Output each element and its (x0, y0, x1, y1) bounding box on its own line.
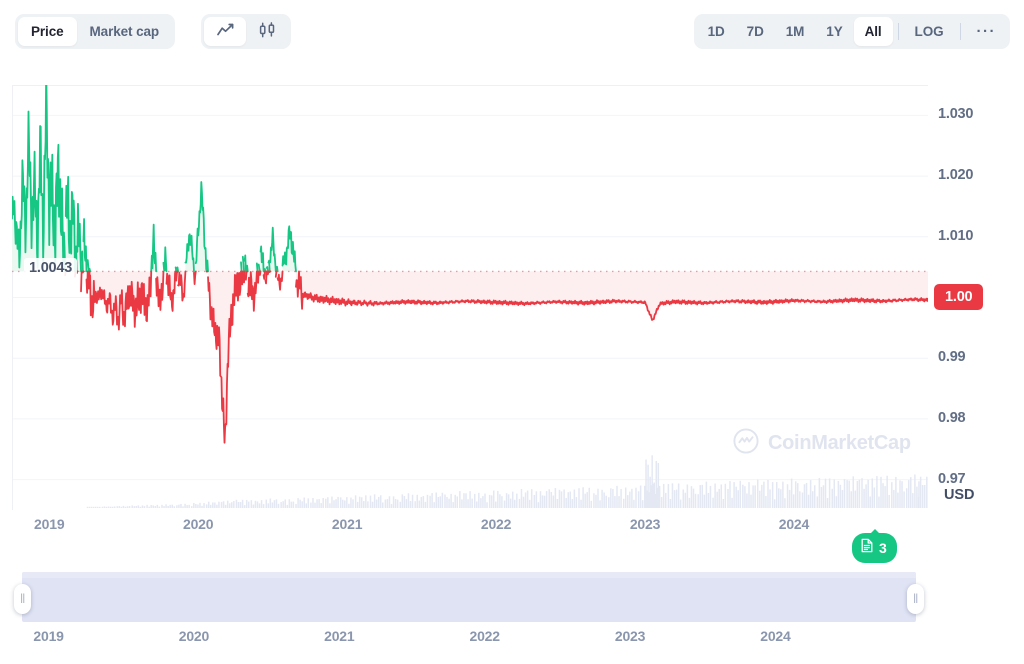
range-1d[interactable]: 1D (697, 17, 736, 46)
range-7d[interactable]: 7D (736, 17, 775, 46)
news-count: 3 (879, 540, 887, 556)
range-slider-x-axis-tick: 2023 (614, 628, 646, 644)
x-axis: 2019 2020 2021 2022 2023 2024 (0, 516, 928, 538)
x-axis-tick: 2023 (629, 516, 661, 532)
y-axis-tick: 1.010 (938, 227, 974, 244)
range-slider-handle-left[interactable]: || (14, 584, 31, 614)
y-axis-unit: USD (944, 487, 975, 503)
candlestick-chart-icon (258, 22, 277, 41)
y-axis-tick: 0.98 (938, 409, 966, 426)
price-chart[interactable] (12, 85, 928, 510)
y-axis-tick: 1.030 (938, 106, 974, 123)
x-axis-tick: 2021 (331, 516, 363, 532)
range-slider-track[interactable] (22, 572, 916, 622)
chart-toolbar: Price Market cap 1D 7D 1M 1Y All LOG ··· (0, 0, 1024, 62)
range-slider-preview (22, 572, 916, 578)
line-chart-icon (216, 23, 234, 40)
range-slider-x-axis: 2019 2020 2021 2022 2023 2024 (22, 628, 916, 650)
y-axis-tick: 0.97 (938, 470, 966, 487)
range-slider-handle-right[interactable]: || (907, 584, 924, 614)
range-1y[interactable]: 1Y (815, 17, 853, 46)
toolbar-divider-2 (959, 23, 961, 40)
x-axis-tick: 2020 (182, 516, 214, 532)
y-axis-tick: 0.99 (938, 349, 966, 366)
candlestick-chart-type-button[interactable] (246, 17, 288, 46)
range-1m[interactable]: 1M (775, 17, 816, 46)
grip-icon: || (913, 593, 918, 604)
range-slider-x-axis-tick: 2021 (324, 628, 355, 644)
y-axis-tick: 1.020 (938, 167, 974, 184)
metric-toggle-market-cap[interactable]: Market cap (77, 17, 173, 46)
range-slider[interactable]: || || (14, 572, 924, 622)
reference-price-flag: 1.0043 (24, 258, 78, 279)
metric-toggle-price[interactable]: Price (18, 17, 77, 46)
current-price-badge: 1.00 (934, 283, 984, 310)
time-range-group: 1D 7D 1M 1Y All LOG ··· (693, 14, 1010, 49)
x-axis-tick: 2024 (778, 516, 810, 532)
news-document-icon (860, 538, 874, 558)
toolbar-divider-1 (897, 23, 899, 40)
range-slider-x-axis-tick: 2022 (469, 628, 500, 644)
price-chart-canvas (12, 85, 928, 510)
x-axis-tick: 2022 (480, 516, 512, 532)
x-axis-tick: 2019 (34, 516, 65, 532)
log-scale-button[interactable]: LOG (904, 17, 955, 46)
line-chart-type-button[interactable] (204, 17, 246, 46)
range-slider-x-axis-tick: 2020 (178, 628, 210, 644)
y-axis: 1.030 1.020 1.010 1.00 0.99 0.98 0.97 USD (932, 85, 1024, 510)
range-slider-x-axis-tick: 2019 (33, 628, 64, 644)
chart-type-toggle-group (201, 14, 291, 49)
range-all[interactable]: All (853, 17, 893, 46)
more-options-icon[interactable]: ··· (966, 17, 1008, 46)
range-slider-x-axis-tick: 2024 (760, 628, 791, 644)
grip-icon: || (20, 593, 25, 604)
metric-toggle-group: Price Market cap (15, 14, 176, 49)
